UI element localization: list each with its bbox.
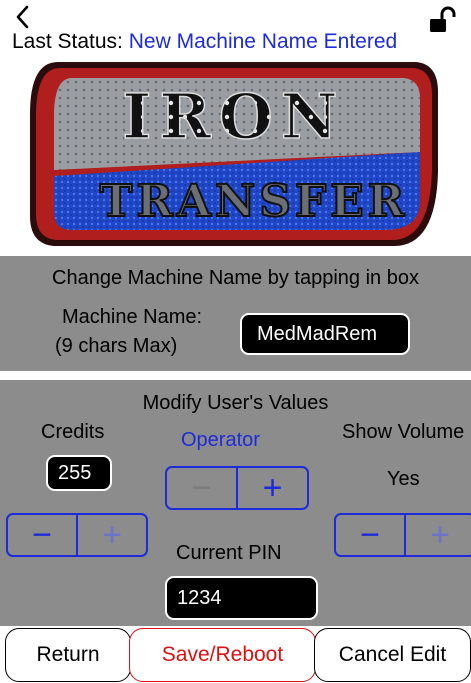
credits-stepper[interactable]: − + [6,513,148,557]
return-button[interactable]: Return [5,628,131,682]
user-values-title: Modify User's Values [142,392,329,414]
machine-name-input[interactable]: MedMadRem [240,313,410,355]
current-pin-input[interactable]: 1234 [165,576,318,620]
current-pin-label: Current PIN [176,542,282,564]
show-volume-stepper[interactable]: − + [334,513,471,557]
credits-label: Credits [41,421,105,443]
iron-transfer-logo: IRON TRANSFER [30,62,438,246]
machine-name-limit: (9 chars Max) [55,335,178,357]
operator-stepper[interactable]: − + [165,466,309,510]
machine-name-panel: Change Machine Name by tapping in box Ma… [0,256,471,371]
operator-label: Operator [181,429,260,451]
status-row: Last Status: New Machine Name Entered [12,30,397,54]
machine-name-label: Machine Name: [62,306,203,328]
credits-increment-button[interactable]: + [76,515,146,555]
show-volume-increment-button[interactable]: + [404,515,471,555]
logo-text-iron: IRON [122,80,345,153]
cancel-edit-button[interactable]: Cancel Edit [314,628,471,682]
show-volume-decrement-button[interactable]: − [336,515,404,555]
unlocked-padlock-icon[interactable] [428,6,456,34]
credits-decrement-button[interactable]: − [8,515,76,555]
status-label: Last Status: [12,30,123,53]
operator-decrement-button[interactable]: − [167,468,236,508]
status-value: New Machine Name Entered [128,30,398,53]
operator-increment-button[interactable]: + [236,468,307,508]
save-reboot-button[interactable]: Save/Reboot [129,628,316,682]
show-volume-value: Yes [387,468,420,490]
machine-name-title: Change Machine Name by tapping in box [52,267,419,289]
credits-input[interactable]: 255 [46,455,112,491]
user-values-panel: Modify User's Values Credits 255 − + Ope… [0,380,471,626]
chevron-left-icon[interactable] [10,4,36,30]
show-volume-label: Show Volume [342,421,465,443]
logo-text-transfer: TRANSFER [100,176,409,227]
